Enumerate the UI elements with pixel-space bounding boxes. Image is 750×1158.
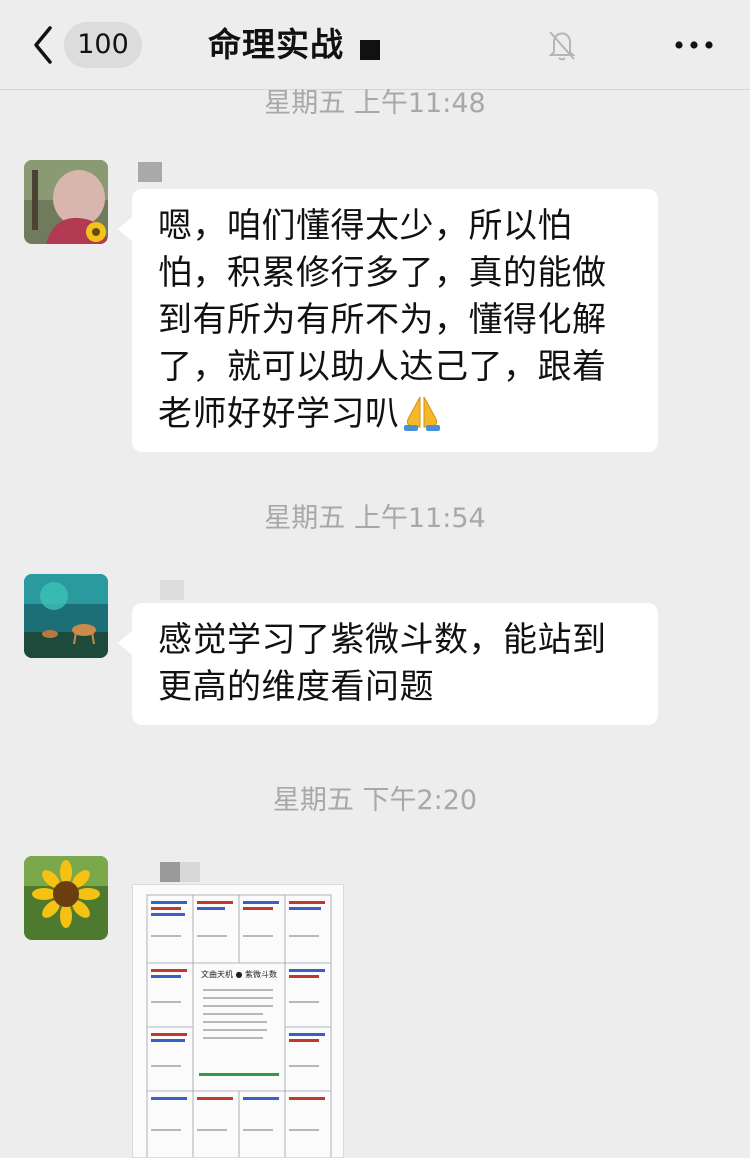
message-text: 感觉学习了紫微斗数，能站到更高的维度看问题 (158, 620, 607, 707)
chat-screen: 100 命理实战 星期五 上午11:48 嗯，咱们懂得太少，所以怕怕，积累修行多… (0, 0, 750, 1158)
avatar[interactable] (24, 160, 108, 244)
image-message[interactable]: 文曲天机 ● 紫微斗数 (132, 884, 344, 1158)
timestamp: 星期五 上午11:54 (264, 503, 486, 534)
timestamp: 星期五 下午2:20 (272, 785, 478, 816)
title-square-mark (360, 40, 380, 60)
pray-emoji-icon (400, 391, 444, 431)
avatar[interactable] (24, 856, 108, 940)
back-icon[interactable] (28, 22, 58, 68)
sender-name (160, 862, 200, 882)
message-bubble[interactable]: 感觉学习了紫微斗数，能站到更高的维度看问题 (118, 603, 658, 725)
chart-image-title: 文曲天机 ● 紫微斗数 (201, 969, 277, 979)
avatar[interactable] (24, 574, 108, 658)
message-text: 嗯，咱们懂得太少，所以怕怕，积累修行多了，真的能做到有所为有所不为，懂得化解了，… (158, 206, 607, 434)
chat-title[interactable]: 命理实战 (208, 22, 344, 68)
unread-count-badge[interactable]: 100 (64, 22, 142, 68)
timestamp: 星期五 上午11:48 (264, 88, 486, 119)
sender-name (138, 162, 162, 182)
chat-header: 100 命理实战 (0, 0, 750, 90)
more-options-icon[interactable] (672, 30, 716, 60)
message-bubble[interactable]: 嗯，咱们懂得太少，所以怕怕，积累修行多了，真的能做到有所为有所不为，懂得化解了，… (118, 189, 658, 452)
sender-name (160, 580, 184, 600)
mute-bell-icon (546, 28, 578, 62)
